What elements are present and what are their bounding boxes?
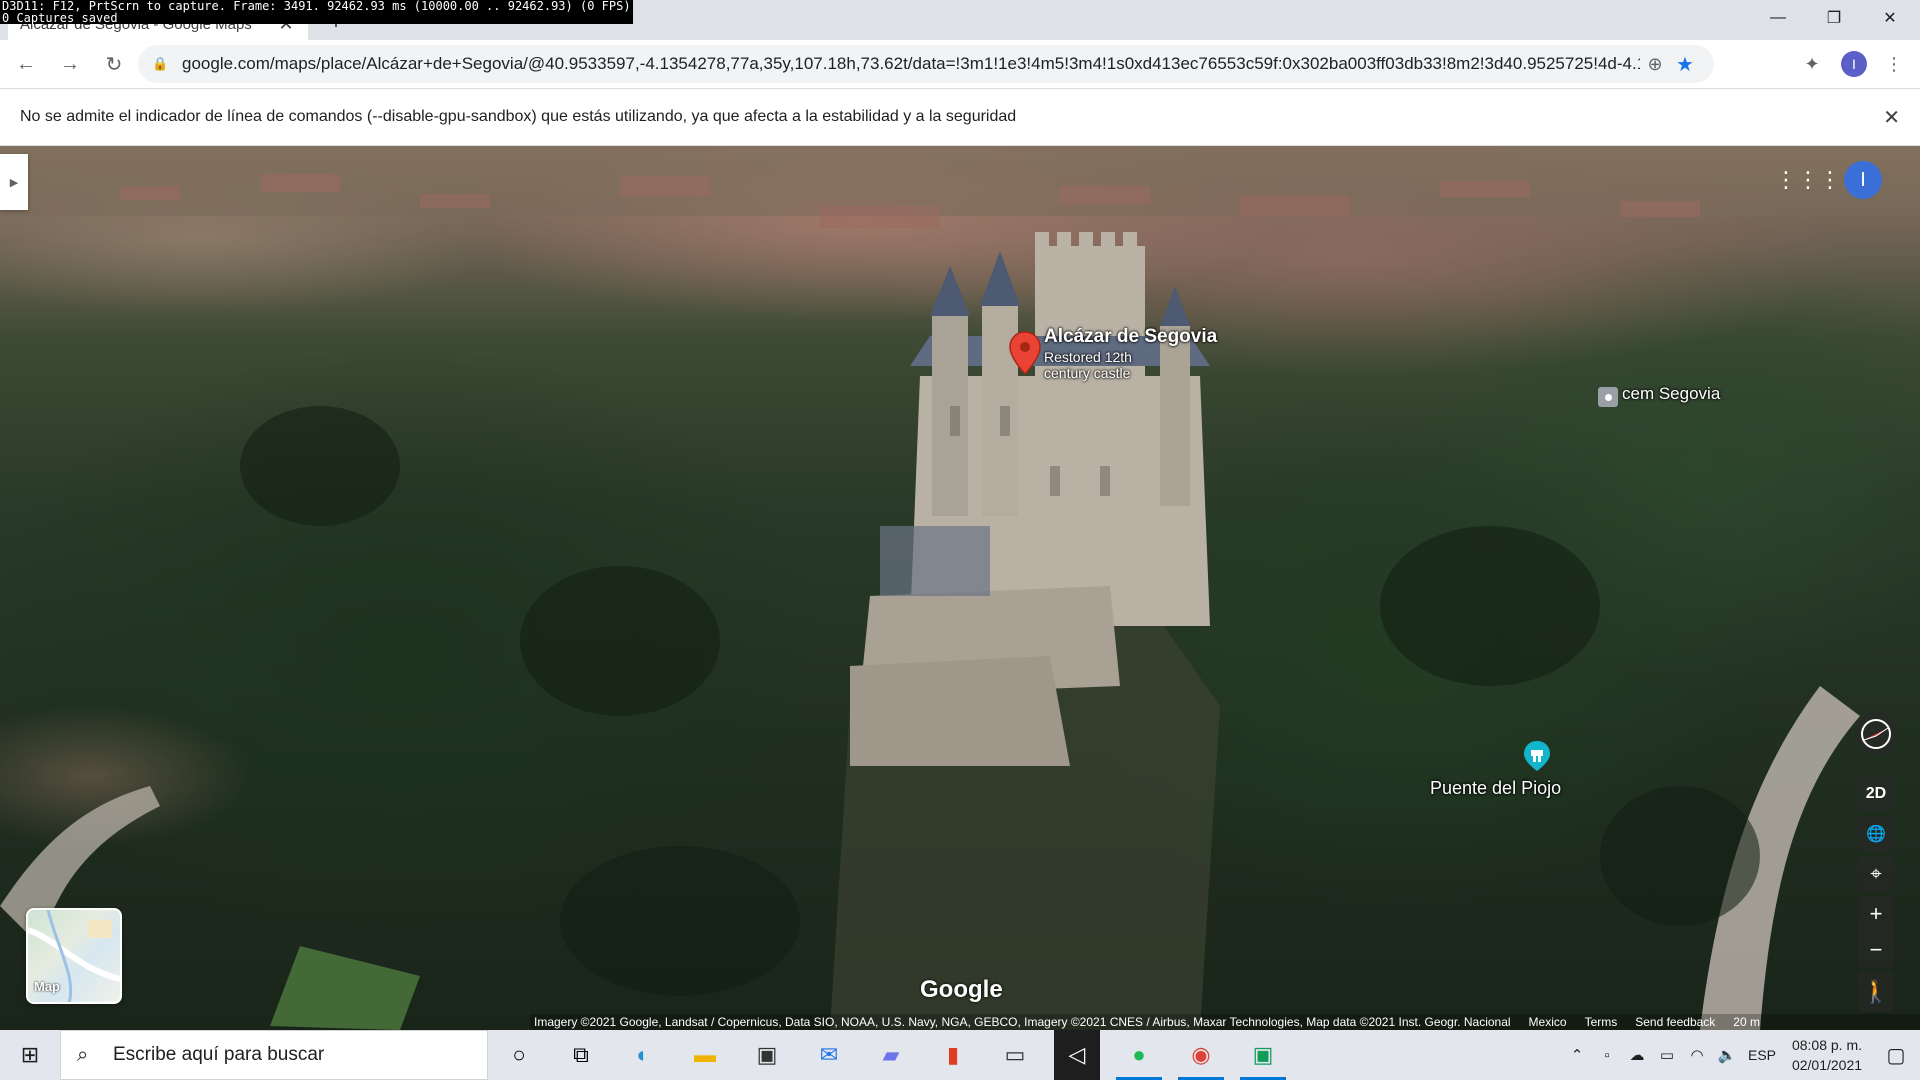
address-bar[interactable]: 🔒 google.com/maps/place/Alcázar+de+Segov… [138,45,1714,83]
place-label-puente-del-piojo[interactable]: Puente del Piojo [1430,778,1561,799]
pegman-icon[interactable]: 🚶 [1858,972,1894,1012]
close-window-button[interactable]: ✕ [1862,0,1918,36]
map-type-switcher[interactable]: Map [26,908,122,1004]
debug-line-2: 0 Captures saved [2,11,118,25]
cloud-icon[interactable]: ☁ [1622,1046,1652,1064]
spotify-icon[interactable]: ● [1108,1030,1170,1080]
windows-taskbar: ⊞ ⌕ Escribe aquí para buscar ○ ⧉ ◐ ▬ ▣ ✉… [0,1030,1920,1080]
notifications-icon[interactable]: ▢ [1872,1043,1920,1068]
volume-icon[interactable]: 🔈 [1712,1046,1742,1064]
system-tray: ⌃ ▫ ☁ ▭ ◠ 🔈 ESP 08:08 p. m. 02/01/2021 ▢ [1562,1030,1920,1080]
mail-icon[interactable]: ✉ [798,1030,860,1080]
compass-needle [1861,719,1891,749]
windows-start-button[interactable]: ⊞ [0,1030,60,1080]
my-location-icon[interactable]: ⌖ [1858,856,1894,892]
url-text[interactable]: google.com/maps/place/Alcázar+de+Segovia… [182,54,1640,74]
minimize-button[interactable]: — [1750,0,1806,36]
tree-cluster [560,846,800,996]
chrome-icon[interactable]: ◉ [1170,1030,1232,1080]
visual-studio-icon[interactable]: ◁ [1054,1030,1100,1080]
back-button[interactable]: ← [6,44,46,84]
account-avatar[interactable]: I [1844,161,1882,199]
alcazar-castle-model [850,232,1210,766]
back-arrow-icon: ← [16,52,36,75]
device-icon[interactable]: ▫ [1592,1047,1622,1064]
landmark-marker-icon[interactable] [1522,740,1552,772]
edge-icon[interactable]: ◐ [612,1030,674,1080]
battery-icon[interactable]: ▭ [1652,1046,1682,1064]
location-pin-icon[interactable] [1008,330,1042,376]
globe-view-icon[interactable]: 🌐 [1858,816,1894,852]
tree-cluster [240,406,400,526]
add-circle-icon[interactable]: ⊕ [1640,54,1670,75]
lock-icon: 🔒 [152,56,169,71]
tree-cluster [1380,526,1600,686]
menu-kebab-icon[interactable]: ⋮ [1878,48,1910,80]
poi-marker-icon[interactable] [1598,387,1618,407]
terms-link[interactable]: Terms [1585,1015,1618,1029]
send-feedback-link[interactable]: Send feedback [1635,1015,1715,1029]
place-title-alcazar[interactable]: Alcázar de Segovia [1044,326,1217,348]
google-apps-grid-icon[interactable]: ⋮⋮⋮ [1775,166,1841,194]
compass-icon[interactable] [1854,712,1898,756]
scale-bar[interactable]: 20 m [1733,1015,1760,1029]
office-icon[interactable]: ▮ [922,1030,984,1080]
clock-time: 08:08 p. m. [1791,1037,1863,1053]
cortana-icon[interactable]: ○ [488,1030,550,1080]
clock-date: 02/01/2021 [1791,1057,1863,1073]
minimap-label: Map [34,979,60,994]
chevron-up-icon[interactable]: ⌃ [1562,1046,1592,1064]
taskbar-search-placeholder: Escribe aquí para buscar [113,1044,325,1065]
infobar-close-icon[interactable]: ✕ [1883,105,1900,130]
bookmark-star-icon[interactable]: ★ [1670,52,1700,77]
profile-button[interactable]: I [1838,48,1870,80]
restore-button[interactable]: ❐ [1806,0,1862,36]
forward-button[interactable]: → [50,44,90,84]
profile-avatar: I [1841,51,1867,77]
expand-side-panel-button[interactable]: ▶ [0,154,28,210]
language-indicator[interactable]: ESP [1742,1047,1782,1063]
extensions-icon[interactable]: ✦ [1796,48,1828,80]
place-label-cem-segovia[interactable]: cem Segovia [1622,384,1720,404]
task-view-icon[interactable]: ⧉ [550,1030,612,1080]
app-icon[interactable]: ▰ [860,1030,922,1080]
region-link[interactable]: Mexico [1529,1015,1567,1029]
clock[interactable]: 08:08 p. m. 02/01/2021 [1782,1035,1872,1075]
reload-button[interactable]: ↻ [94,44,134,84]
chevron-right-icon: ▶ [9,176,19,189]
toggle-2d-button[interactable]: 2D [1858,776,1894,812]
map-attribution-bar: Imagery ©2021 Google, Landsat / Copernic… [530,1014,1920,1030]
taskbar-search-box[interactable]: ⌕ Escribe aquí para buscar [60,1030,488,1080]
place-description-alcazar: Restored 12th century castle [1044,349,1132,381]
windows-logo-icon: ⊞ [20,1042,40,1067]
tree-cluster [520,566,720,716]
file-explorer-icon[interactable]: ▬ [674,1030,736,1080]
zoom-out-button[interactable]: − [1858,932,1894,968]
warning-infobar: No se admite el indicador de línea de co… [0,88,1920,146]
reload-icon: ↻ [105,53,123,76]
map-3d-view[interactable]: Alcázar de Segovia Restored 12th century… [0,146,1920,1030]
infobar-message: No se admite el indicador de línea de co… [20,108,1017,125]
forward-arrow-icon: → [60,52,80,75]
store-icon[interactable]: ▣ [736,1030,798,1080]
search-icon: ⌕ [77,1043,89,1066]
browser-toolbar: ← → ↻ 🔒 google.com/maps/place/Alcázar+de… [0,40,1920,88]
wifi-icon[interactable]: ◠ [1682,1046,1712,1064]
zoom-in-button[interactable]: + [1858,896,1894,932]
terminal-icon[interactable]: ▭ [984,1030,1046,1080]
browser-titlebar: D3D11: F12, PrtScrn to capture. Frame: 3… [0,0,1920,40]
google-logo: Google [920,976,1003,1003]
imagery-attribution: Imagery ©2021 Google, Landsat / Copernic… [534,1015,1511,1029]
tree-cluster [1600,786,1760,926]
debug-overlay: D3D11: F12, PrtScrn to capture. Frame: 3… [0,0,633,24]
app-green-icon[interactable]: ▣ [1232,1030,1294,1080]
